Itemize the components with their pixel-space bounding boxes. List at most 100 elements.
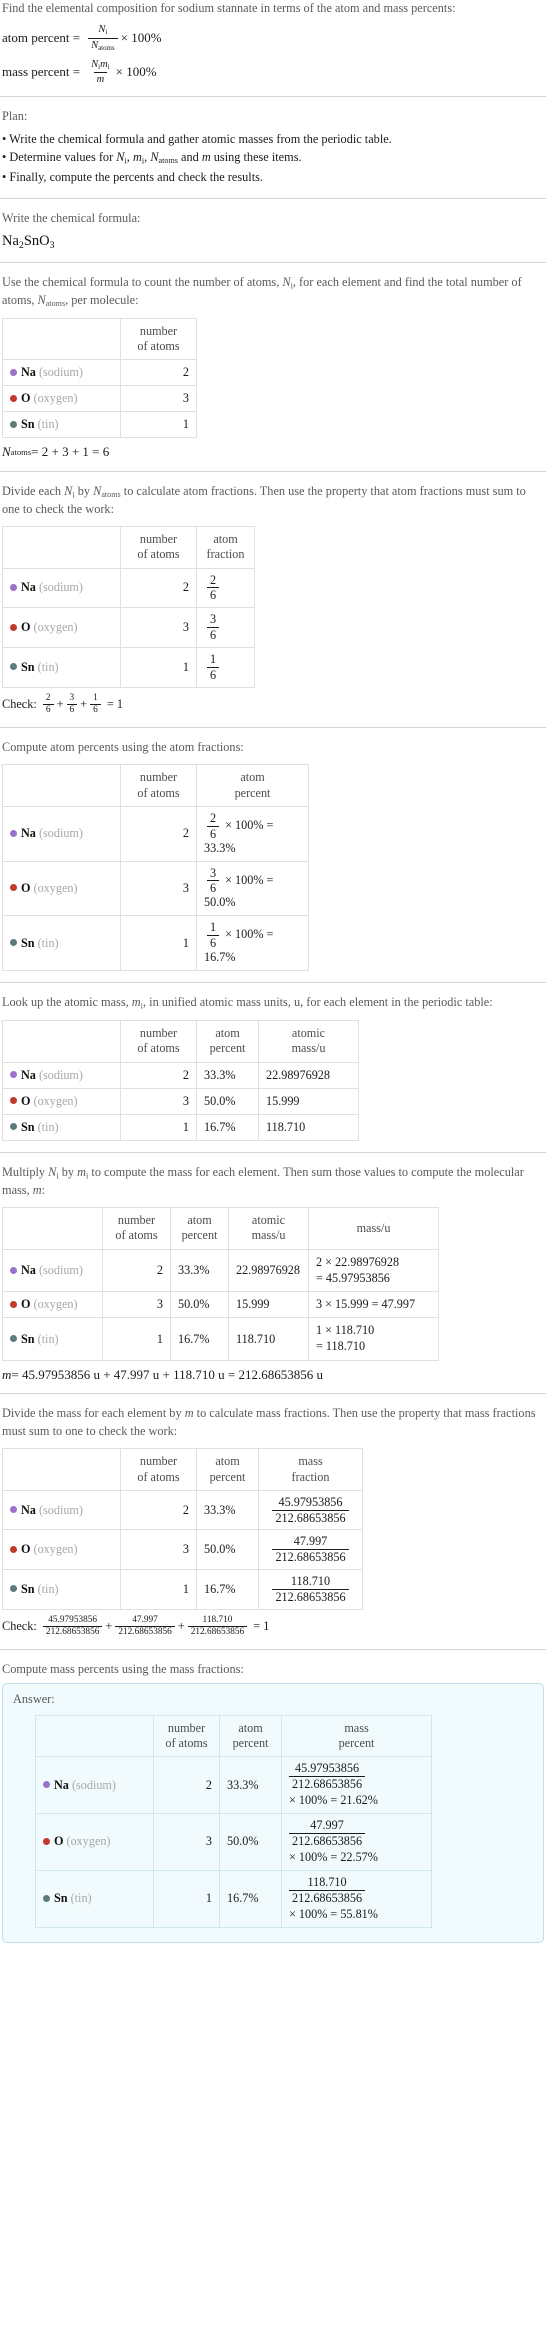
mass-prompt: Multiply Ni by mi to compute the mass fo… <box>2 1164 524 1197</box>
divider <box>0 470 546 472</box>
empty-corner <box>2 1207 103 1250</box>
mass-percent-fraction: Nimi m <box>88 59 113 85</box>
atom-count-table: number of atoms Na (sodium) 2 O (oxygen) … <box>2 317 197 439</box>
header-mass-percent: mass percent <box>281 1714 432 1758</box>
element-cell-na: Na (sodium) <box>2 359 121 387</box>
header-mass-fraction: mass fraction <box>258 1448 363 1491</box>
atom-percent-o: 50.0% <box>170 1291 229 1319</box>
count-o: 3 <box>120 1087 197 1115</box>
atom-percent-sn: 16.7% <box>219 1869 282 1928</box>
header-number-of-atoms: number of atoms <box>120 317 197 361</box>
element-color-dot-na <box>10 368 17 376</box>
mass-percent-prompt: Compute mass percents using the mass fra… <box>2 1662 244 1677</box>
atom-fraction-check: Check: 26 + 36 + 16 = 1 <box>2 692 124 716</box>
header-number-of-atoms: number of atoms <box>120 1448 197 1491</box>
element-cell-o: O (oxygen) <box>35 1813 154 1871</box>
element-color-dot-o <box>10 884 17 892</box>
element-cell-o: O (oxygen) <box>2 1291 103 1319</box>
mass-fraction-prompt: Divide the mass for each element by m to… <box>2 1406 536 1438</box>
atom-percent-calc-sn: 16 × 100% = 16.7% <box>196 915 309 971</box>
divider <box>0 96 546 98</box>
header-atomic-mass: atomic mass/u <box>228 1207 309 1250</box>
element-color-dot-sn <box>10 663 17 671</box>
element-cell-na: Na (sodium) <box>2 1489 121 1531</box>
empty-corner <box>2 764 121 807</box>
chemical-formula: Na2SnO3 <box>2 233 55 251</box>
table-row: Sn (tin) 1 16 <box>2 646 255 688</box>
element-cell-o: O (oxygen) <box>2 607 121 648</box>
count-prompt: Use the chemical formula to count the nu… <box>2 274 522 309</box>
header-number-of-atoms: number of atoms <box>120 526 197 569</box>
element-color-dot-na <box>43 1781 50 1789</box>
atomic-mass-o: 15.999 <box>228 1291 309 1319</box>
intro-section: Find the elemental composition for sodiu… <box>0 0 546 85</box>
atom-percent-table: number of atoms atom percent Na (sodium) 2… <box>2 764 309 971</box>
plan-bullet-2: • Determine values for Ni, mi, Natoms an… <box>2 150 302 166</box>
count-o: 3 <box>120 607 197 648</box>
atom-percent-denominator: Natoms <box>88 37 118 52</box>
atom-percent-sn: 16.7% <box>196 1569 259 1610</box>
atomic-mass-sn: 118.710 <box>228 1317 309 1362</box>
header-number-of-atoms: number of atoms <box>153 1714 220 1758</box>
element-cell-sn: Sn (tin) <box>2 1317 103 1362</box>
table-row: Sn (tin) 1 16.7% 118.710 212.68653856 <box>2 1569 363 1610</box>
table-row: O (oxygen) 3 <box>2 385 197 413</box>
chemical-formula-section: Write the chemical formula: Na2SnO3 <box>0 210 546 251</box>
divider <box>0 727 546 729</box>
plan-bullet-1: • Write the chemical formula and gather … <box>2 131 392 146</box>
atom-percent-label: atom percent = <box>2 30 81 46</box>
element-color-dot-o <box>10 1300 17 1308</box>
table-row: Na (sodium) 2 33.3% 45.97953856 212.68653… <box>35 1756 432 1815</box>
empty-corner <box>2 1020 121 1063</box>
element-color-dot-sn <box>10 1123 17 1131</box>
element-color-dot-na <box>10 829 17 837</box>
count-sn: 1 <box>120 411 197 439</box>
count-na: 2 <box>120 1061 197 1089</box>
table-row: O (oxygen) 3 50.0% 47.997 212.68653856 <box>2 1529 363 1571</box>
element-cell-o: O (oxygen) <box>2 860 121 917</box>
element-cell-sn: Sn (tin) <box>2 411 121 439</box>
count-na: 2 <box>120 359 197 387</box>
element-color-dot-na <box>10 1506 17 1514</box>
table-row: Sn (tin) 1 16 × 100% = 16.7% <box>2 915 309 971</box>
element-color-dot-o <box>43 1837 50 1845</box>
mass-fraction-o: 47.997 212.68653856 <box>258 1529 363 1571</box>
mass-percent-calc-sn: 118.710 212.68653856 × 100% = 55.81% <box>281 1869 432 1928</box>
mass-percent-section: Compute mass percents using the mass fra… <box>0 1661 546 1943</box>
count-na: 2 <box>120 805 197 862</box>
element-color-dot-o <box>10 394 17 402</box>
header-atom-percent: atom percent <box>219 1714 282 1758</box>
count-sn: 1 <box>153 1869 220 1928</box>
table-row: Na (sodium) 2 <box>2 359 197 387</box>
formula-prompt: Write the chemical formula: <box>2 210 141 225</box>
table-row: Na (sodium) 2 26 <box>2 567 255 609</box>
element-color-dot-na <box>10 1071 17 1079</box>
table-header-row: number of atoms atom percent atomic mass/u … <box>2 1207 439 1250</box>
mass-table: number of atoms atom percent atomic mass/u … <box>2 1207 439 1362</box>
mass-fraction-section: Divide the mass for each element by m to… <box>0 1405 546 1638</box>
count-na: 2 <box>153 1756 220 1815</box>
count-na: 2 <box>120 1489 197 1531</box>
mass-fraction-na: 45.97953856 212.68653856 <box>258 1489 363 1531</box>
empty-corner <box>2 317 121 361</box>
element-cell-na: Na (sodium) <box>2 1061 121 1089</box>
header-atom-percent: atom percent <box>196 764 309 807</box>
divider <box>0 1151 546 1153</box>
mass-percent-times100: × 100% <box>115 64 157 80</box>
mass-expr-sn: 1 × 118.710 = 118.710 <box>308 1317 439 1362</box>
count-na: 2 <box>120 567 197 609</box>
table-row: Sn (tin) 1 16.7% 118.710 <box>2 1113 359 1141</box>
element-cell-o: O (oxygen) <box>2 385 121 413</box>
count-o: 3 <box>120 860 197 917</box>
mass-percent-formula: mass percent = Nimi m × 100% <box>2 59 544 85</box>
table-header-row: number of atoms <box>2 317 197 361</box>
mass-percent-table: number of atoms atom percent mass percent N… <box>35 1714 432 1928</box>
plan-section: Plan: • Write the chemical formula and g… <box>0 108 546 186</box>
element-color-dot-o <box>10 623 17 631</box>
atom-fraction-section: Divide each Ni by Natoms to calculate at… <box>0 483 546 717</box>
atomic-mass-sn: 118.710 <box>258 1113 359 1141</box>
count-sn: 1 <box>102 1317 171 1362</box>
table-header-row: number of atoms atom percent mass percent <box>35 1714 432 1758</box>
table-row: Sn (tin) 1 16.7% 118.710 212.68653856 × 1… <box>35 1869 432 1928</box>
table-row: Na (sodium) 2 33.3% 22.98976928 <box>2 1061 359 1089</box>
